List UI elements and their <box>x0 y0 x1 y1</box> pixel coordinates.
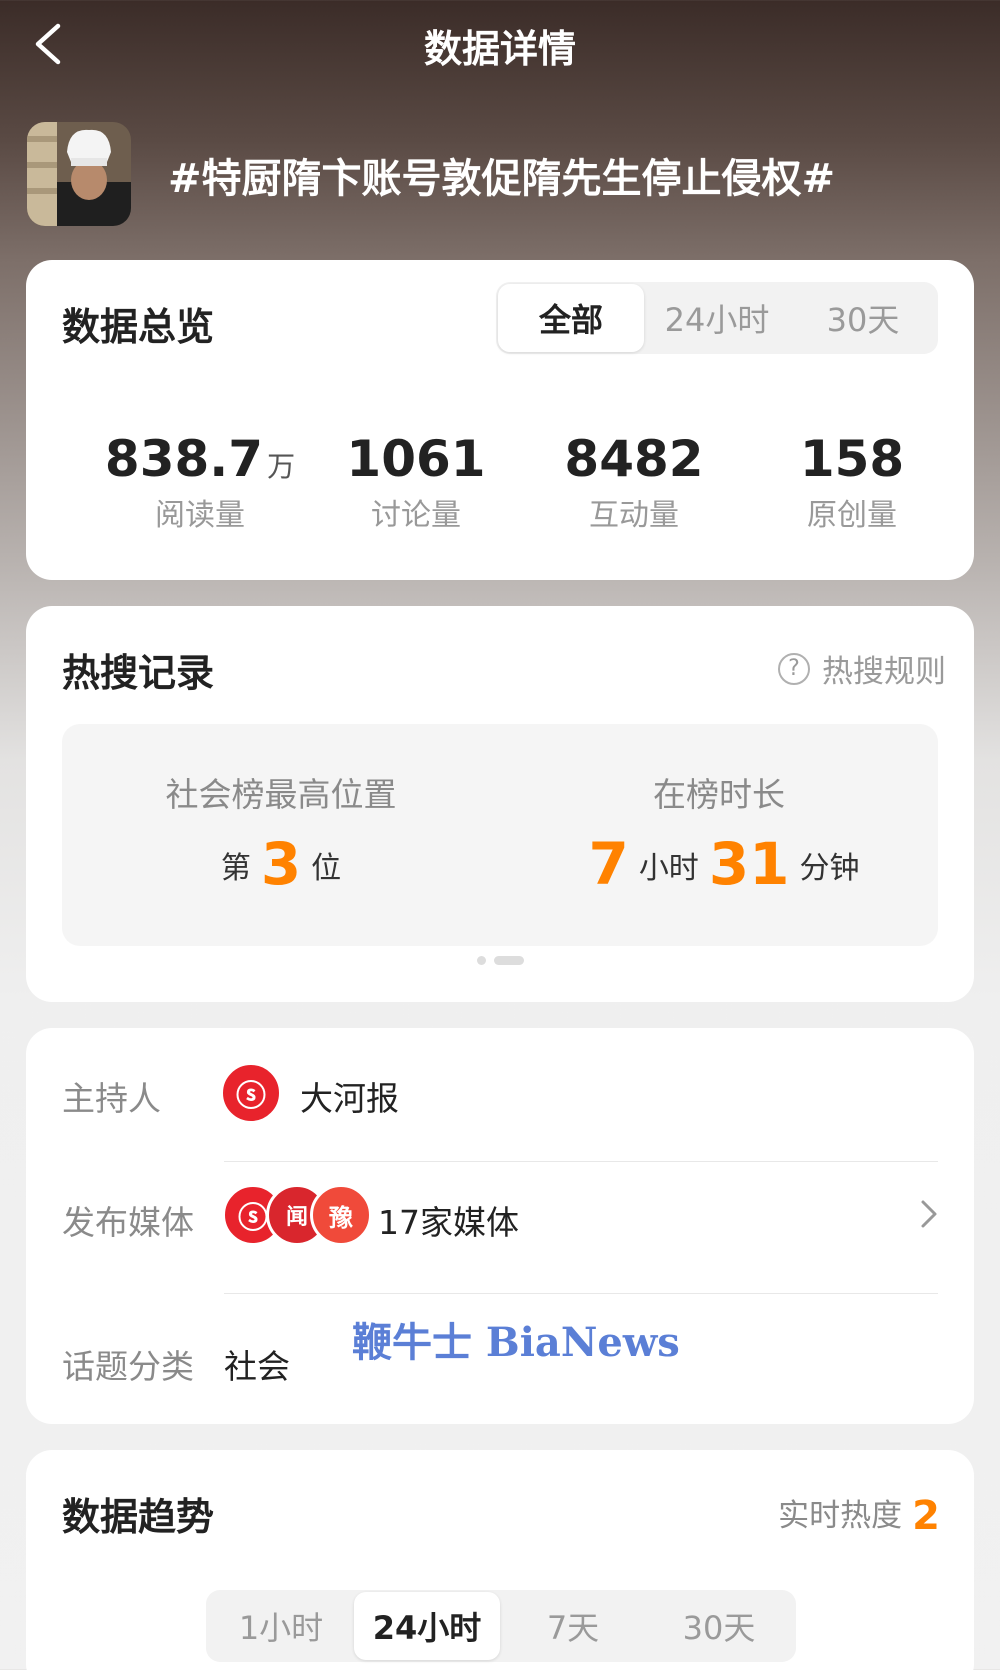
dahebao-logo-icon: ⓢ <box>220 1062 282 1124</box>
stat-value: 1061 <box>346 430 486 488</box>
divider <box>224 1293 938 1294</box>
page-indicator <box>26 956 974 965</box>
stat-discussions: 1061 讨论量 <box>306 430 526 534</box>
minutes-value: 31 <box>708 830 790 898</box>
stat-unit: 万 <box>267 450 296 483</box>
hot-search-card: 热搜记录 ? 热搜规则 社会榜最高位置 第3位 在榜时长 7 小时 31 分钟 <box>26 606 974 1002</box>
tab-24h[interactable]: 24小时 <box>354 1592 500 1660</box>
host-name[interactable]: 大河报 <box>300 1072 399 1120</box>
stat-originals: 158 原创量 <box>742 430 962 534</box>
hours-value: 7 <box>588 830 629 898</box>
media-logo-icon: 豫 <box>310 1184 372 1246</box>
media-count[interactable]: 17家媒体 <box>378 1196 519 1244</box>
stat-value: 838.7 <box>104 430 264 488</box>
tab-24h[interactable]: 24小时 <box>644 284 790 352</box>
heat-label: 实时热度 <box>778 1498 903 1534</box>
hot-search-summary: 社会榜最高位置 第3位 在榜时长 7 小时 31 分钟 <box>62 724 938 946</box>
rank-value: 3 <box>260 830 302 898</box>
minutes-unit: 分钟 <box>799 851 860 886</box>
tab-7d[interactable]: 7天 <box>500 1592 646 1660</box>
stat-reads: 838.7 万 阅读量 <box>90 430 310 534</box>
trend-card: 数据趋势 实时热度 2 1小时 24小时 7天 30天 <box>26 1450 974 1670</box>
page-title: 数据详情 <box>423 27 576 71</box>
time-on-list-heading: 在榜时长 <box>653 775 785 814</box>
stat-label: 原创量 <box>807 498 897 533</box>
stat-interactions: 8482 互动量 <box>524 430 744 534</box>
heat-value: 2 <box>912 1493 940 1539</box>
realtime-heat: 实时热度 2 <box>778 1490 940 1539</box>
rank-suffix: 位 <box>311 851 342 886</box>
help-icon: ? <box>778 652 810 685</box>
stat-label: 讨论量 <box>371 498 461 533</box>
page-dot-active <box>493 956 524 965</box>
tab-1h[interactable]: 1小时 <box>208 1592 354 1660</box>
peak-rank: 社会榜最高位置 第3位 <box>62 768 500 898</box>
page-dot <box>476 956 486 965</box>
category-value: 社会 <box>224 1347 290 1386</box>
topic-info-card: 主持人 ⓢ 大河报 发布媒体 ⓢ 闻 豫 17家媒体 话题分类 社会 鞭牛士 B… <box>26 1028 974 1424</box>
trend-range-tabs: 1小时 24小时 7天 30天 <box>206 1590 796 1662</box>
topic-title: #特厨隋卞账号敦促隋先生停止侵权# <box>168 156 836 202</box>
trend-title: 数据趋势 <box>62 1495 215 1539</box>
watermark: 鞭牛士 BiaNews <box>352 1319 680 1366</box>
rank-prefix: 第 <box>220 851 251 886</box>
tab-all[interactable]: 全部 <box>498 284 644 352</box>
overview-card: 数据总览 全部 24小时 30天 838.7 万 阅读量 1061 讨论量 848… <box>26 260 974 580</box>
peak-rank-heading: 社会榜最高位置 <box>165 775 397 814</box>
rules-label: 热搜规则 <box>822 654 946 690</box>
stat-value: 8482 <box>564 430 704 488</box>
time-on-list: 在榜时长 7 小时 31 分钟 <box>500 768 938 898</box>
category-label: 话题分类 <box>62 1347 194 1386</box>
media-label: 发布媒体 <box>62 1203 194 1242</box>
tab-30d[interactable]: 30天 <box>646 1592 792 1660</box>
hot-search-title: 热搜记录 <box>62 651 215 695</box>
stat-label: 互动量 <box>589 498 679 533</box>
stat-value: 158 <box>799 430 905 488</box>
topic-avatar <box>27 122 131 226</box>
stat-label: 阅读量 <box>155 498 245 533</box>
host-label: 主持人 <box>62 1079 161 1118</box>
overview-title: 数据总览 <box>62 305 215 349</box>
top-bar: 数据详情 <box>0 0 1000 90</box>
divider <box>224 1161 938 1162</box>
overview-range-tabs: 全部 24小时 30天 <box>496 282 938 354</box>
tab-30d[interactable]: 30天 <box>790 284 936 352</box>
chevron-right-icon[interactable] <box>918 1196 940 1232</box>
hot-search-rules-link[interactable]: ? 热搜规则 <box>778 646 946 691</box>
hours-unit: 小时 <box>638 851 699 886</box>
